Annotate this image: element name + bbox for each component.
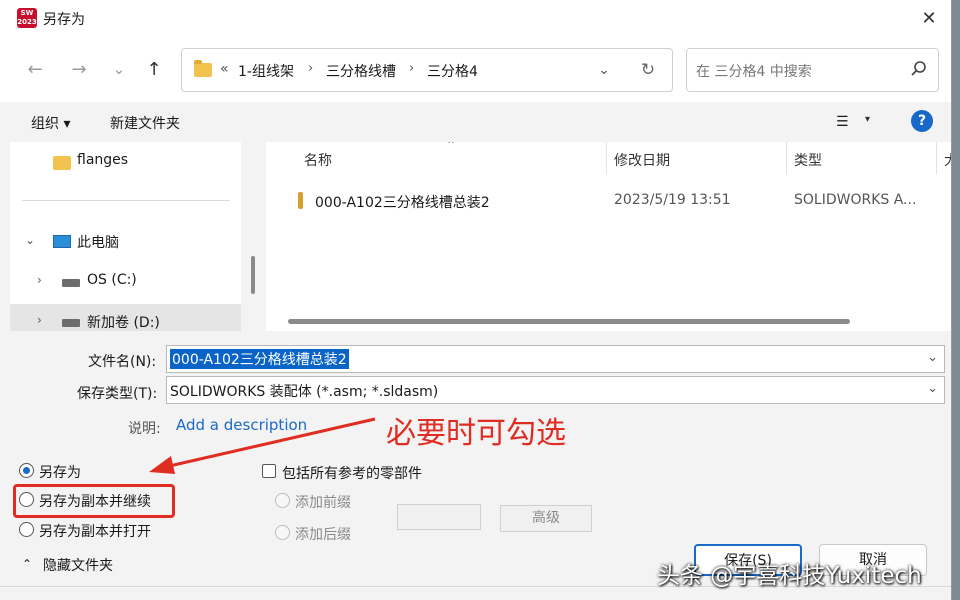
horizontal-scrollbar[interactable]: [288, 319, 850, 324]
filename-value: 000-A102三分格线槽总装2: [170, 349, 349, 369]
up-button[interactable]: ↑: [141, 56, 167, 82]
filetype-label: 保存类型(T):: [77, 386, 158, 402]
arrow-right-icon: →: [71, 58, 87, 80]
column-header-date[interactable]: 修改日期: [614, 150, 670, 170]
file-list: ⌃ 名称 修改日期 类型 大 000-A102三分格线槽总装2 2023/5/1…: [266, 142, 951, 331]
column-divider[interactable]: [936, 142, 937, 174]
nav-item-label: 新加卷 (D:): [87, 315, 160, 331]
chevron-down-icon[interactable]: ⌄: [25, 233, 35, 247]
nav-item-label: OS (C:): [87, 272, 137, 288]
chevron-down-icon[interactable]: ⌄: [927, 350, 938, 365]
new-folder-button[interactable]: 新建文件夹: [110, 113, 180, 133]
watermark-text: 头条 @宇喜科技Yuxitech: [657, 563, 922, 589]
folder-icon: [53, 156, 71, 170]
refresh-icon[interactable]: ↻: [636, 58, 660, 82]
checkbox-label: 包括所有参考的零部件: [282, 466, 422, 482]
column-header-size[interactable]: 大: [944, 150, 951, 170]
radio-label: 另存为: [39, 465, 81, 481]
breadcrumb-item-3[interactable]: 三分格4: [427, 61, 478, 81]
file-type: SOLIDWORKS A...: [794, 192, 917, 208]
chevron-right-icon[interactable]: ›: [37, 313, 42, 327]
annotation-text: 必要时可勾选: [386, 416, 566, 451]
solidworks-app-icon: SW 2023: [17, 8, 37, 28]
nav-item-label: flanges: [77, 152, 129, 168]
annotation-highlight-box: [13, 484, 175, 518]
file-date: 2023/5/19 13:51: [614, 192, 731, 208]
hide-folders-label: 隐藏文件夹: [43, 558, 113, 574]
checkbox[interactable]: [262, 464, 276, 478]
arrow-left-icon: ←: [27, 58, 43, 80]
nav-item-drive-c[interactable]: › OS (C:): [10, 264, 241, 300]
radio-label: 添加后缀: [295, 527, 351, 543]
help-icon[interactable]: ?: [911, 110, 933, 132]
close-icon: ✕: [921, 7, 937, 29]
scrollbar-thumb[interactable]: [251, 256, 255, 294]
affix-input[interactable]: [397, 504, 481, 530]
forward-button[interactable]: →: [66, 56, 92, 82]
breadcrumb-separator-icon[interactable]: ›: [308, 61, 313, 76]
filename-label: 文件名(N):: [88, 354, 157, 370]
breadcrumb-item-1[interactable]: 1-组线架: [238, 61, 294, 81]
column-header-name[interactable]: 名称: [304, 150, 332, 170]
recent-locations-button[interactable]: ⌄: [106, 56, 132, 82]
search-input[interactable]: 在 三分格4 中搜索: [696, 61, 812, 81]
close-button[interactable]: ✕: [914, 4, 944, 32]
file-name: 000-A102三分格线槽总装2: [315, 195, 490, 211]
breadcrumb-item-2[interactable]: 三分格线槽: [326, 61, 396, 81]
chevron-down-icon: ⌄: [112, 60, 126, 78]
organize-button[interactable]: 组织 ▾: [31, 113, 70, 133]
folder-icon: [194, 60, 212, 77]
advanced-button[interactable]: 高级: [500, 505, 592, 532]
drive-icon: [62, 319, 80, 327]
computer-icon: [53, 235, 71, 248]
chevron-up-icon: ⌃: [22, 557, 33, 571]
filetype-select[interactable]: SOLIDWORKS 装配体 (*.asm; *.sldasm) ⌄: [166, 376, 945, 404]
nav-item-drive-d[interactable]: › 新加卷 (D:): [10, 304, 241, 331]
filetype-value: SOLIDWORKS 装配体 (*.asm; *.sldasm): [170, 384, 439, 400]
column-divider[interactable]: [786, 142, 787, 174]
nav-item-this-pc[interactable]: ⌄ 此电脑: [10, 224, 241, 260]
radio-button[interactable]: [275, 493, 290, 508]
arrow-up-icon: ↑: [146, 58, 162, 80]
back-button[interactable]: ←: [22, 56, 48, 82]
drive-icon: [62, 279, 80, 287]
nav-pane-scrollbar[interactable]: [246, 142, 262, 331]
view-dropdown-icon[interactable]: ▾: [865, 114, 870, 125]
nav-divider: [22, 200, 230, 201]
radio-button[interactable]: [19, 463, 34, 478]
radio-button[interactable]: [19, 522, 34, 537]
breadcrumb-overflow[interactable]: «: [220, 61, 229, 77]
window-title: 另存为: [43, 12, 85, 28]
radio-label: 另存为副本并打开: [39, 524, 151, 540]
column-divider[interactable]: [606, 142, 607, 174]
search-box[interactable]: 在 三分格4 中搜索: [686, 48, 939, 92]
search-icon[interactable]: [908, 59, 928, 79]
address-dropdown-icon[interactable]: ⌄: [594, 58, 614, 82]
radio-button[interactable]: [275, 525, 290, 540]
navigation-bar: ← → ⌄ ↑ « 1-组线架 › 三分格线槽 › 三分格4 ⌄ ↻ 在 三分格…: [0, 36, 951, 102]
chevron-right-icon[interactable]: ›: [37, 273, 42, 287]
filename-input[interactable]: 000-A102三分格线槽总装2 ⌄: [166, 345, 945, 373]
navigation-pane: flanges ⌄ 此电脑 › OS (C:) › 新加卷 (D:): [10, 142, 241, 331]
breadcrumb-separator-icon[interactable]: ›: [409, 61, 414, 76]
title-bar: SW 2023 另存为 ✕: [0, 0, 951, 36]
assembly-file-icon: [298, 192, 303, 209]
column-header-type[interactable]: 类型: [794, 150, 822, 170]
address-bar[interactable]: « 1-组线架 › 三分格线槽 › 三分格4 ⌄ ↻: [181, 48, 673, 92]
save-as-dialog: SW 2023 另存为 ✕ ← → ⌄ ↑ « 1-组线架 › 三分格线槽 › 三…: [0, 0, 952, 600]
sort-ascending-icon: ⌃: [446, 142, 457, 152]
nav-item-label: 此电脑: [77, 235, 119, 251]
view-list-icon[interactable]: ☰: [836, 114, 849, 130]
chevron-down-icon[interactable]: ⌄: [927, 381, 938, 396]
command-bar: 组织 ▾ 新建文件夹 ☰ ▾ ?: [0, 102, 951, 142]
radio-label: 添加前缀: [295, 495, 351, 511]
nav-item-flanges[interactable]: flanges: [10, 144, 241, 180]
